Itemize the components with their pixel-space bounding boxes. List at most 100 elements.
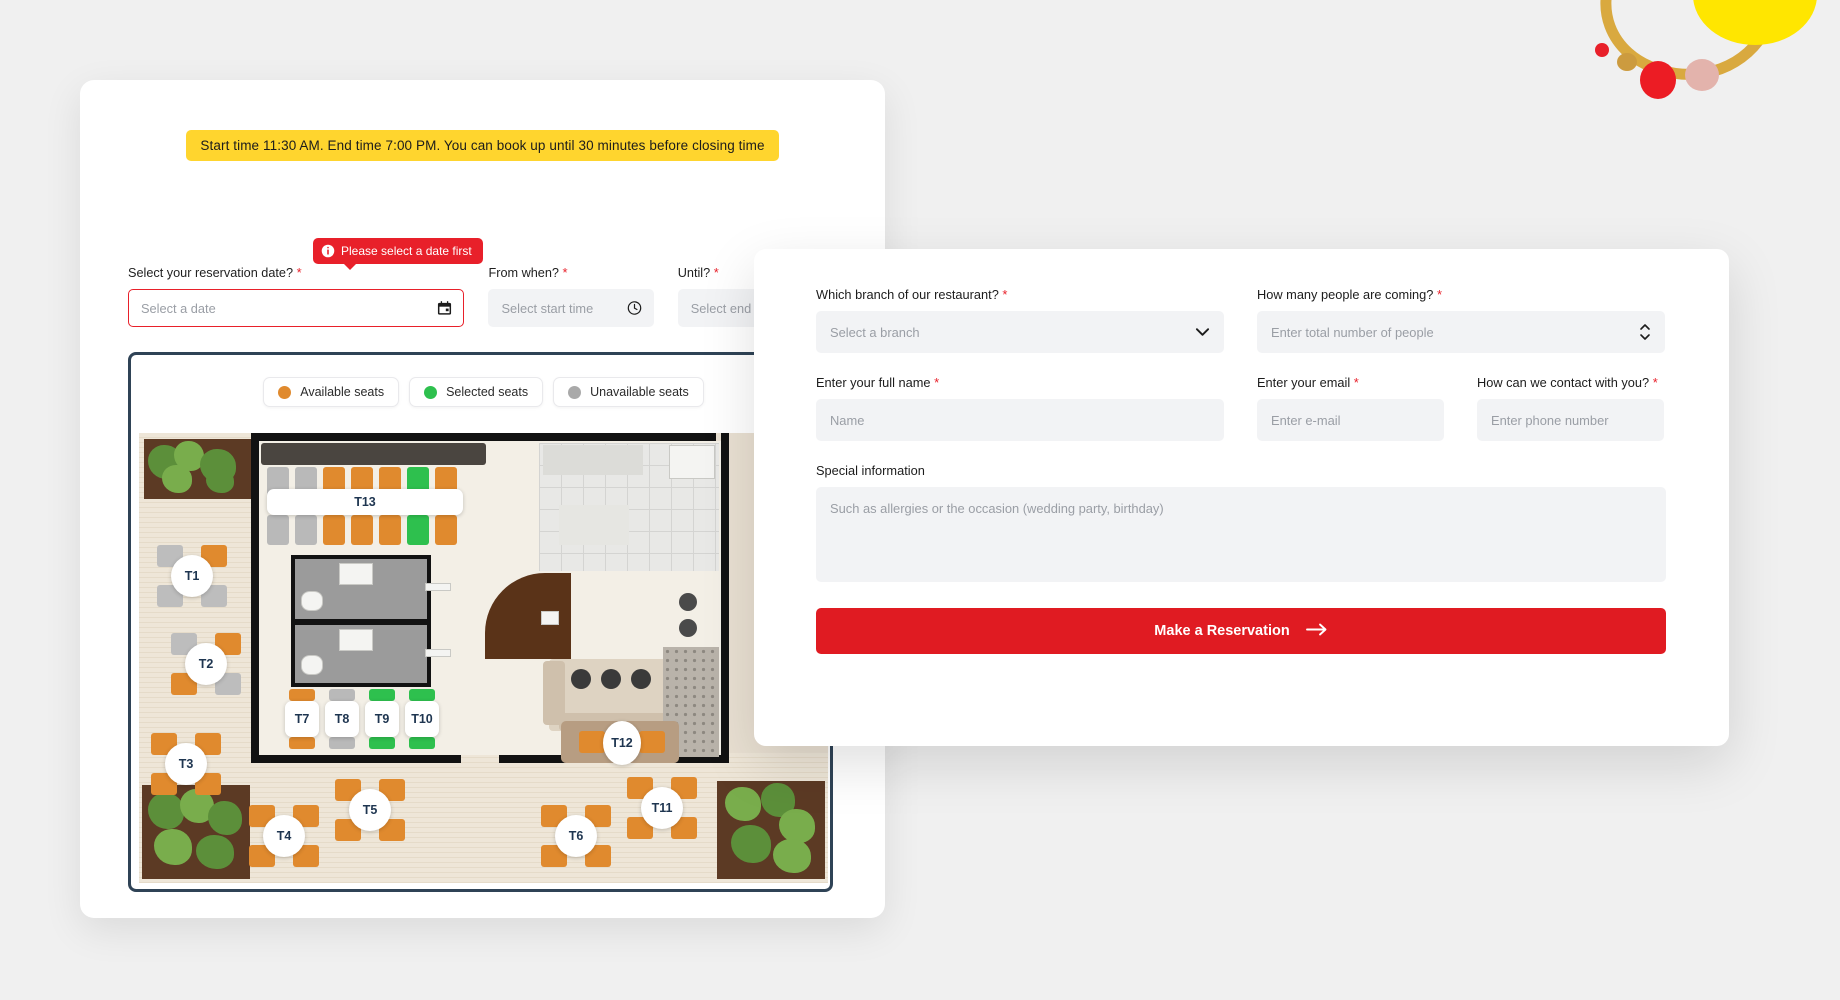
floor-plan-map[interactable]: T13 T7 T8 T9 T10 T12 T1 T2 T3 T4 T5 T6 T…: [139, 433, 828, 883]
building-wall-right: [721, 433, 729, 763]
seat-t13-14[interactable]: [435, 515, 457, 545]
floor-plan-panel: Available seats Selected seats Unavailab…: [128, 352, 833, 892]
kitchen-island: [559, 505, 629, 545]
table-t7[interactable]: T11: [641, 787, 683, 829]
seat-t10-bottom[interactable]: [369, 737, 395, 749]
seat-t13-12[interactable]: [379, 515, 401, 545]
seat-t13-8[interactable]: [267, 515, 289, 545]
table-label: T2: [198, 657, 214, 671]
seat-t12-right[interactable]: [639, 731, 665, 753]
table-label: T5: [362, 803, 378, 817]
seat-t13-9[interactable]: [295, 515, 317, 545]
legend-label: Selected seats: [446, 385, 529, 399]
seat-t9-bottom[interactable]: [329, 737, 355, 749]
banquette-back: [261, 443, 486, 465]
seat-t10-top[interactable]: [369, 689, 395, 701]
calendar-icon[interactable]: [437, 301, 452, 316]
form-fields-container: Which branch of our restaurant? * Select…: [816, 287, 1666, 654]
lounge-stool-3[interactable]: [631, 669, 651, 689]
full-name-placeholder: Name: [830, 412, 865, 428]
reservation-date-input[interactable]: Select a date: [128, 289, 465, 327]
email-placeholder: Enter e-mail: [1271, 412, 1341, 428]
seat-t8-bottom[interactable]: [289, 737, 315, 749]
branch-field: Which branch of our restaurant? * Select…: [816, 287, 1224, 353]
seat-t11-top[interactable]: [409, 689, 435, 701]
required-asterisk: *: [934, 375, 940, 390]
table-t9[interactable]: T8: [325, 701, 359, 737]
table-t8[interactable]: T7: [285, 701, 319, 737]
booth-stool-2[interactable]: [679, 619, 697, 637]
date-time-row: Select your reservation date? * Select a…: [128, 238, 843, 327]
required-asterisk: *: [1353, 375, 1359, 390]
seat-t9-top[interactable]: [329, 689, 355, 701]
reservation-date-label: Select your reservation date? *: [128, 265, 302, 280]
toilet-upper: [301, 591, 323, 611]
people-count-label: How many people are coming? *: [1257, 287, 1443, 302]
lounge-stool-1[interactable]: [571, 669, 591, 689]
date-error-text: Please select a date first: [341, 244, 472, 258]
full-name-field: Enter your full name * Name: [816, 375, 1224, 441]
phone-input[interactable]: Enter phone number: [1477, 399, 1664, 441]
special-information-textarea[interactable]: Such as allergies or the occasion (weddi…: [816, 487, 1666, 582]
start-time-field: From when? * Select start time: [488, 265, 654, 327]
opening-hours-notice: Start time 11:30 AM. End time 7:00 PM. Y…: [186, 130, 779, 161]
special-information-placeholder: Such as allergies or the occasion (weddi…: [830, 501, 1164, 516]
notice-banner-row: Start time 11:30 AM. End time 7:00 PM. Y…: [80, 130, 885, 161]
seat-t13-10[interactable]: [323, 515, 345, 545]
lounge-stool-2[interactable]: [601, 669, 621, 689]
make-reservation-label: Make a Reservation: [1154, 623, 1290, 639]
building-wall-top: [251, 433, 716, 441]
booth-stool-1[interactable]: [679, 593, 697, 611]
stepper-icon[interactable]: [1639, 322, 1651, 342]
seat-t8-top[interactable]: [289, 689, 315, 701]
people-count-input[interactable]: Enter total number of people: [1257, 311, 1665, 353]
table-label: T4: [276, 829, 292, 843]
table-t3[interactable]: T3: [165, 743, 207, 785]
email-field: Enter your email * Enter e-mail: [1257, 375, 1444, 441]
phone-placeholder: Enter phone number: [1491, 412, 1609, 428]
table-t13[interactable]: T13: [267, 489, 463, 515]
table-t4[interactable]: T4: [263, 815, 305, 857]
start-time-placeholder: Select start time: [501, 300, 594, 316]
email-input[interactable]: Enter e-mail: [1257, 399, 1444, 441]
phone-label: How can we contact with you? *: [1477, 375, 1658, 390]
restroom-door-lower: [425, 649, 451, 657]
table-t11[interactable]: T10: [405, 701, 439, 737]
garden-bottom-left: [142, 785, 250, 879]
required-asterisk: *: [1652, 375, 1658, 390]
garden-top-left: [144, 439, 252, 499]
table-label: T7: [294, 712, 310, 726]
seat-t12-left[interactable]: [579, 731, 605, 753]
seat-t13-11[interactable]: [351, 515, 373, 545]
make-reservation-button[interactable]: Make a Reservation: [816, 608, 1666, 654]
table-t10[interactable]: T9: [365, 701, 399, 737]
clock-icon[interactable]: [627, 301, 642, 316]
table-label: T13: [354, 495, 376, 509]
unavailable-seat-dot: [568, 385, 582, 399]
table-t12[interactable]: T12: [603, 721, 641, 765]
stove-icon: [669, 445, 715, 479]
legend-item-selected: Selected seats: [409, 377, 544, 407]
seat-t13-13[interactable]: [407, 515, 429, 545]
full-name-label: Enter your full name *: [816, 375, 940, 390]
full-name-input[interactable]: Name: [816, 399, 1224, 441]
people-count-placeholder: Enter total number of people: [1271, 324, 1434, 340]
table-t1[interactable]: T1: [171, 555, 213, 597]
table-t5[interactable]: T5: [349, 789, 391, 831]
kitchen-counter-top: [543, 445, 643, 475]
start-time-input[interactable]: Select start time: [488, 289, 654, 327]
form-row-special: Special information Such as allergies or…: [816, 463, 1666, 582]
table-label: T3: [178, 757, 194, 771]
table-t6[interactable]: T6: [555, 815, 597, 857]
required-asterisk: *: [713, 265, 719, 280]
phone-field: How can we contact with you? * Enter pho…: [1477, 375, 1664, 441]
legend-item-unavailable: Unavailable seats: [553, 377, 704, 407]
info-icon: [321, 244, 335, 258]
chevron-down-icon[interactable]: [1195, 327, 1210, 337]
table-label: T6: [568, 829, 584, 843]
table-t2[interactable]: T2: [185, 643, 227, 685]
seat-t11-bottom[interactable]: [409, 737, 435, 749]
branch-select[interactable]: Select a branch: [816, 311, 1224, 353]
selected-seat-dot: [424, 385, 438, 399]
page-root: Start time 11:30 AM. End time 7:00 PM. Y…: [0, 0, 1840, 1000]
